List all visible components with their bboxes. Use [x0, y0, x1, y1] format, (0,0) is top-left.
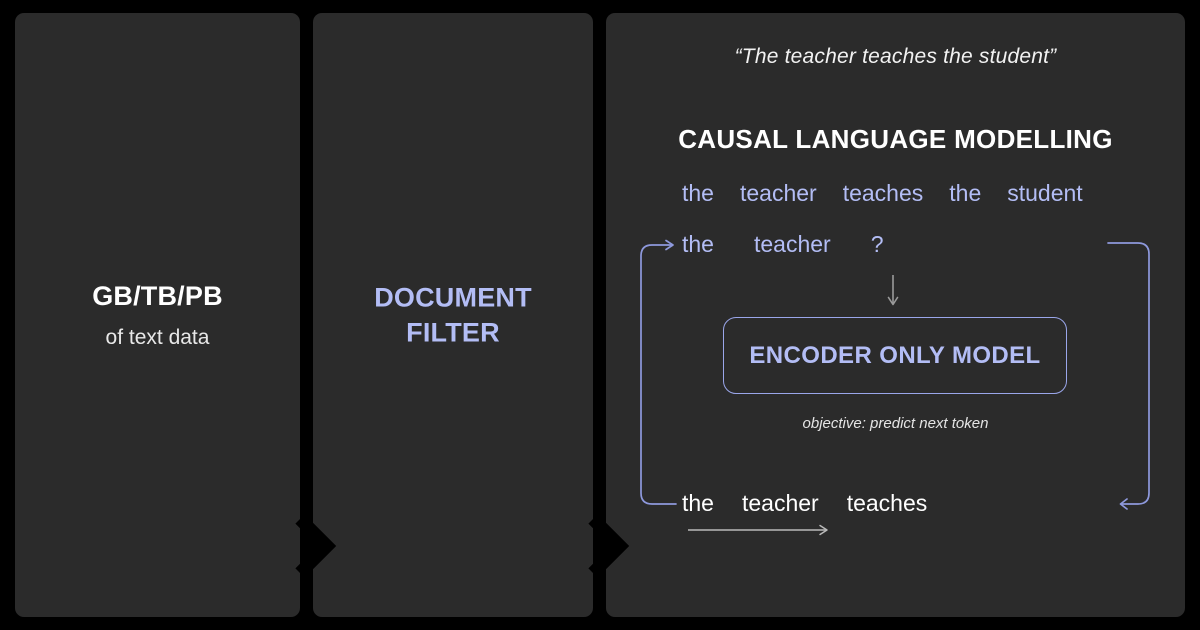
input-token: teacher	[739, 180, 817, 206]
output-token: the	[682, 490, 714, 516]
masked-token: the	[682, 231, 714, 257]
output-token: teacher	[741, 490, 819, 516]
input-token: the	[949, 180, 982, 206]
output-token-row: the teacher teaches	[682, 490, 927, 517]
example-sentence-quote: “The teacher teaches the student”	[734, 45, 1057, 68]
diagram-canvas: GB/TB/PB of text data DOCUMENT FILTER “T…	[0, 0, 1200, 630]
section-heading-causal-language-modelling: CAUSAL LANGUAGE MODELLING	[678, 124, 1113, 154]
data-size-subtitle: of text data	[105, 325, 210, 349]
data-size-title: GB/TB/PB	[92, 281, 223, 312]
panel-document-filter-content: DOCUMENT FILTER	[313, 280, 593, 349]
encoder-only-model-box: ENCODER ONLY MODEL	[723, 317, 1067, 394]
input-token: the	[682, 180, 714, 206]
input-token-row: the teacher teaches the student	[682, 180, 1083, 207]
output-token: teaches	[846, 490, 928, 516]
training-objective-caption: objective: predict next token	[802, 415, 989, 432]
masked-token: teacher	[753, 231, 831, 257]
document-filter-title-line2: FILTER	[406, 317, 500, 347]
panel-text-data-content: GB/TB/PB of text data	[15, 279, 300, 351]
panel-causal-language-modelling	[606, 13, 1185, 617]
document-filter-title-line1: DOCUMENT	[374, 282, 532, 313]
masked-token-row: the teacher ?	[682, 231, 884, 258]
panel-text-data: GB/TB/PB of text data	[15, 13, 300, 617]
masked-token-placeholder: ?	[870, 231, 884, 257]
panel-document-filter: DOCUMENT FILTER	[313, 13, 593, 617]
encoder-only-model-label: ENCODER ONLY MODEL	[749, 341, 1041, 369]
input-token: teaches	[842, 180, 924, 206]
input-token: student	[1007, 180, 1083, 206]
